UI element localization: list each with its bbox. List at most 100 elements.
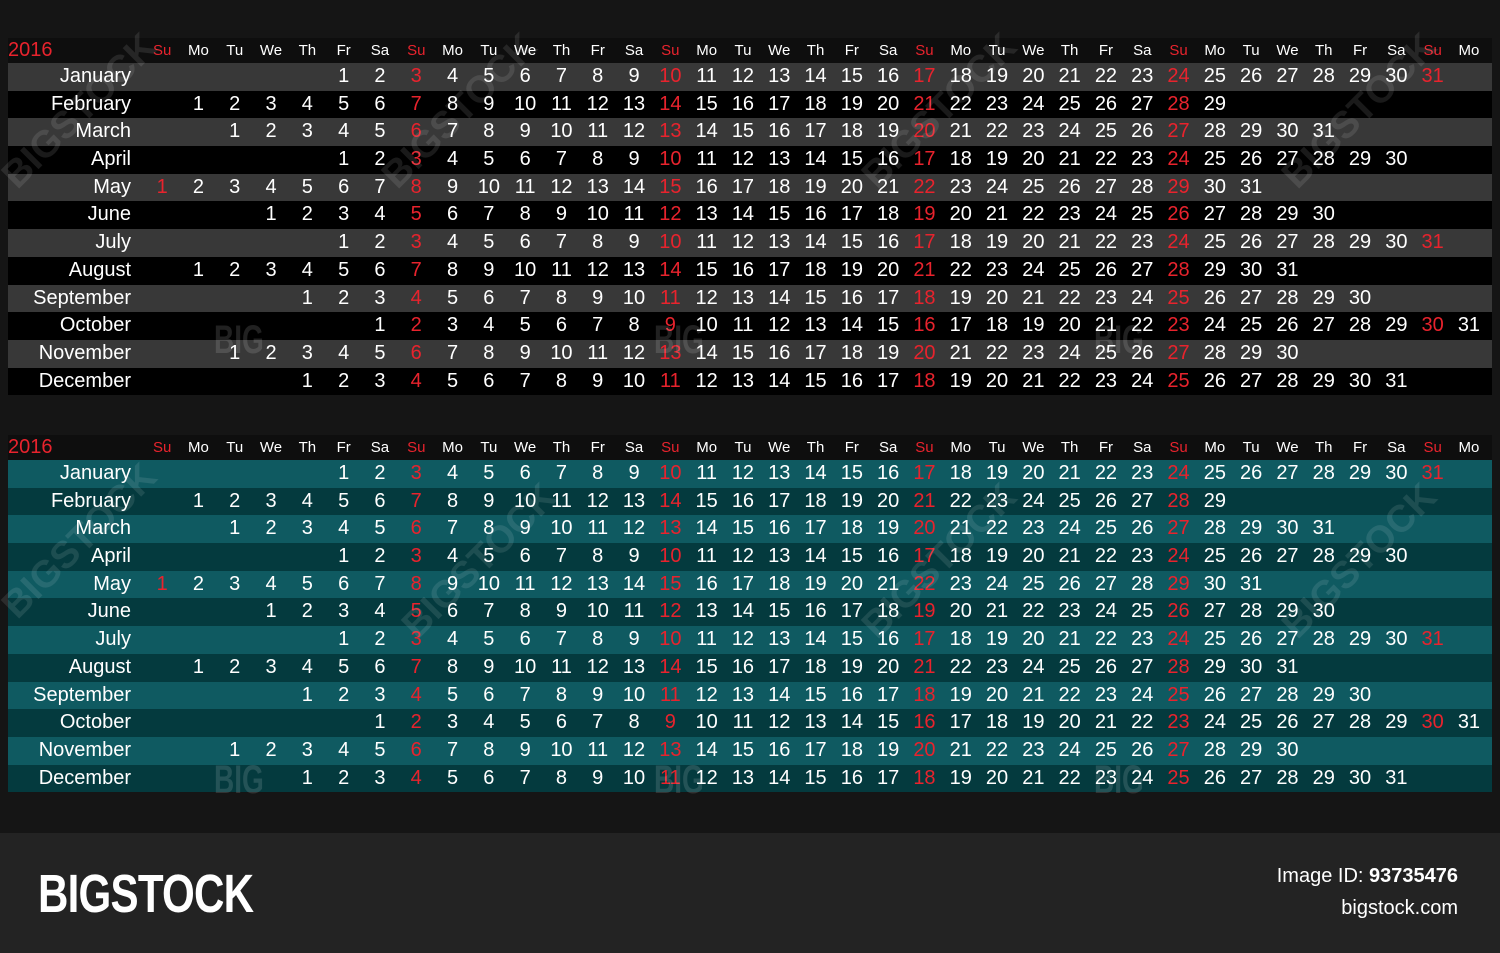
- day-cell: 9: [628, 628, 640, 651]
- bigstock-logo[interactable]: BIGSTOCK: [38, 863, 254, 925]
- day-cell: 27: [1276, 65, 1299, 87]
- day-cell: 2: [265, 120, 277, 143]
- day-cell: 2: [374, 65, 386, 87]
- day-cell: 27: [1240, 683, 1263, 706]
- day-cell: 17: [913, 65, 936, 87]
- day-cell: 17: [768, 258, 791, 281]
- day-cell: 24: [1058, 517, 1081, 540]
- day-cell: 25: [1167, 369, 1190, 392]
- day-cell: 23: [1167, 711, 1190, 734]
- day-cell: 20: [1022, 231, 1045, 254]
- day-cell: 20: [1058, 711, 1081, 734]
- day-cell: 23: [985, 258, 1009, 281]
- day-cell: 5: [519, 314, 531, 337]
- day-cell: 17: [877, 683, 900, 706]
- day-cell: 12: [586, 489, 609, 512]
- weekday-label: Mo: [1458, 439, 1480, 456]
- day-cell: 14: [804, 545, 827, 568]
- day-cell: 5: [410, 203, 422, 226]
- day-cell: 30: [1385, 231, 1408, 254]
- day-cell: 19: [840, 489, 863, 512]
- day-cell: 2: [374, 462, 386, 484]
- day-cell: 2: [374, 231, 386, 254]
- day-cell: 21: [985, 203, 1009, 226]
- day-cell: 24: [1203, 314, 1226, 337]
- day-cell: 15: [695, 258, 718, 281]
- day-cell: 9: [628, 65, 640, 87]
- day-cell: 16: [768, 120, 791, 143]
- day-cell: 22: [1094, 231, 1118, 254]
- day-cell: 25: [1203, 545, 1226, 568]
- day-cell: 18: [804, 489, 827, 512]
- day-cell: 23: [1094, 766, 1118, 789]
- day-cell: 20: [1022, 545, 1045, 568]
- weekday-label: Mo: [696, 42, 718, 59]
- weekday-label: Sa: [1133, 42, 1152, 59]
- day-cell: 15: [731, 341, 755, 364]
- day-cell: 8: [483, 517, 495, 540]
- day-cell: 11: [551, 489, 572, 512]
- day-cell: 23: [1131, 231, 1154, 254]
- weekday-label: Th: [806, 42, 825, 59]
- day-cell: 16: [877, 65, 900, 87]
- day-cell: 11: [587, 341, 609, 364]
- day-cell: 25: [1203, 148, 1226, 171]
- day-cell: 19: [877, 738, 900, 761]
- weekday-label: We: [1276, 439, 1299, 456]
- day-cell: 5: [446, 286, 459, 309]
- day-cell: 17: [913, 148, 936, 171]
- day-cell: 28: [1167, 655, 1190, 678]
- day-cell: 14: [804, 148, 827, 171]
- day-cell: 16: [768, 341, 791, 364]
- day-cell: 5: [410, 600, 422, 623]
- day-cell: 7: [555, 462, 567, 484]
- day-cell: 5: [301, 175, 313, 198]
- day-cell: 15: [731, 517, 755, 540]
- day-cell: 19: [985, 65, 1009, 87]
- day-cell: 3: [446, 711, 459, 734]
- day-cell: 7: [483, 203, 495, 226]
- day-cell: 16: [804, 203, 827, 226]
- day-cell: 28: [1348, 314, 1372, 337]
- day-cell: 11: [551, 655, 572, 678]
- day-cell: 28: [1312, 628, 1335, 651]
- day-cell: 11: [696, 462, 718, 484]
- day-cell: 17: [804, 738, 827, 761]
- weekday-label: Sa: [1387, 439, 1406, 456]
- day-cell: 4: [338, 341, 350, 364]
- weekday-label: Su: [407, 42, 426, 59]
- day-cell: 13: [622, 92, 646, 115]
- day-cell: 13: [586, 175, 609, 198]
- day-cell: 21: [877, 175, 900, 198]
- month-name: July: [95, 231, 131, 254]
- weekday-label: Mo: [442, 439, 463, 456]
- day-cell: 31: [1385, 766, 1408, 789]
- day-cell: 11: [696, 628, 718, 651]
- day-cell: 4: [265, 175, 277, 198]
- month-row: July 1 2 3 4 5 6 7 8 9 10 11 12 13 14 15 16 17 18 19 20 21 22 2…: [8, 229, 1492, 257]
- month-row: April 1 2 3 4 5 6 7 8 9 10 11 12 13 14 15 16 17 18 19 20 21 22…: [8, 543, 1492, 571]
- day-cell: 16: [731, 92, 755, 115]
- day-cell: 7: [519, 766, 531, 789]
- day-cell: 11: [696, 65, 718, 87]
- day-cell: 19: [949, 683, 972, 706]
- day-cell: 1: [338, 148, 350, 171]
- month-row: October 1 2 3 4 5 6 7 8 9 10 11 12 13 14 15 16 17 18 19 20 21…: [8, 312, 1492, 340]
- day-cell: 3: [229, 572, 241, 595]
- day-cell: 29: [1276, 203, 1299, 226]
- day-cell: 21: [1022, 766, 1045, 789]
- day-cell: 6: [483, 286, 495, 309]
- day-cell: 4: [410, 766, 422, 789]
- month-row: June 1 2 3 4 5 6 7 8 9 10 11 12 13 14 15 16 17 18 19 20 21 22 2…: [8, 201, 1492, 230]
- day-cell: 9: [628, 545, 640, 568]
- day-cell: 17: [731, 572, 755, 595]
- day-cell: 19: [949, 286, 972, 309]
- day-cell: 8: [592, 462, 604, 484]
- day-cell: 20: [949, 600, 972, 623]
- day-cell: 2: [301, 203, 313, 226]
- month-row: August 1 2 3 4 5 6 7 8 9 10 11 12 13 14 15 16 17 18 19 20 21 2…: [8, 653, 1492, 682]
- day-cell: 2: [229, 655, 241, 678]
- site-link[interactable]: bigstock.com: [1341, 897, 1458, 920]
- month-row: January 1 2 3 4 5 6 7 8 9 10 11 12 13 14 15 16 17 18 19 20 21…: [8, 63, 1492, 91]
- day-cell: 15: [659, 175, 682, 198]
